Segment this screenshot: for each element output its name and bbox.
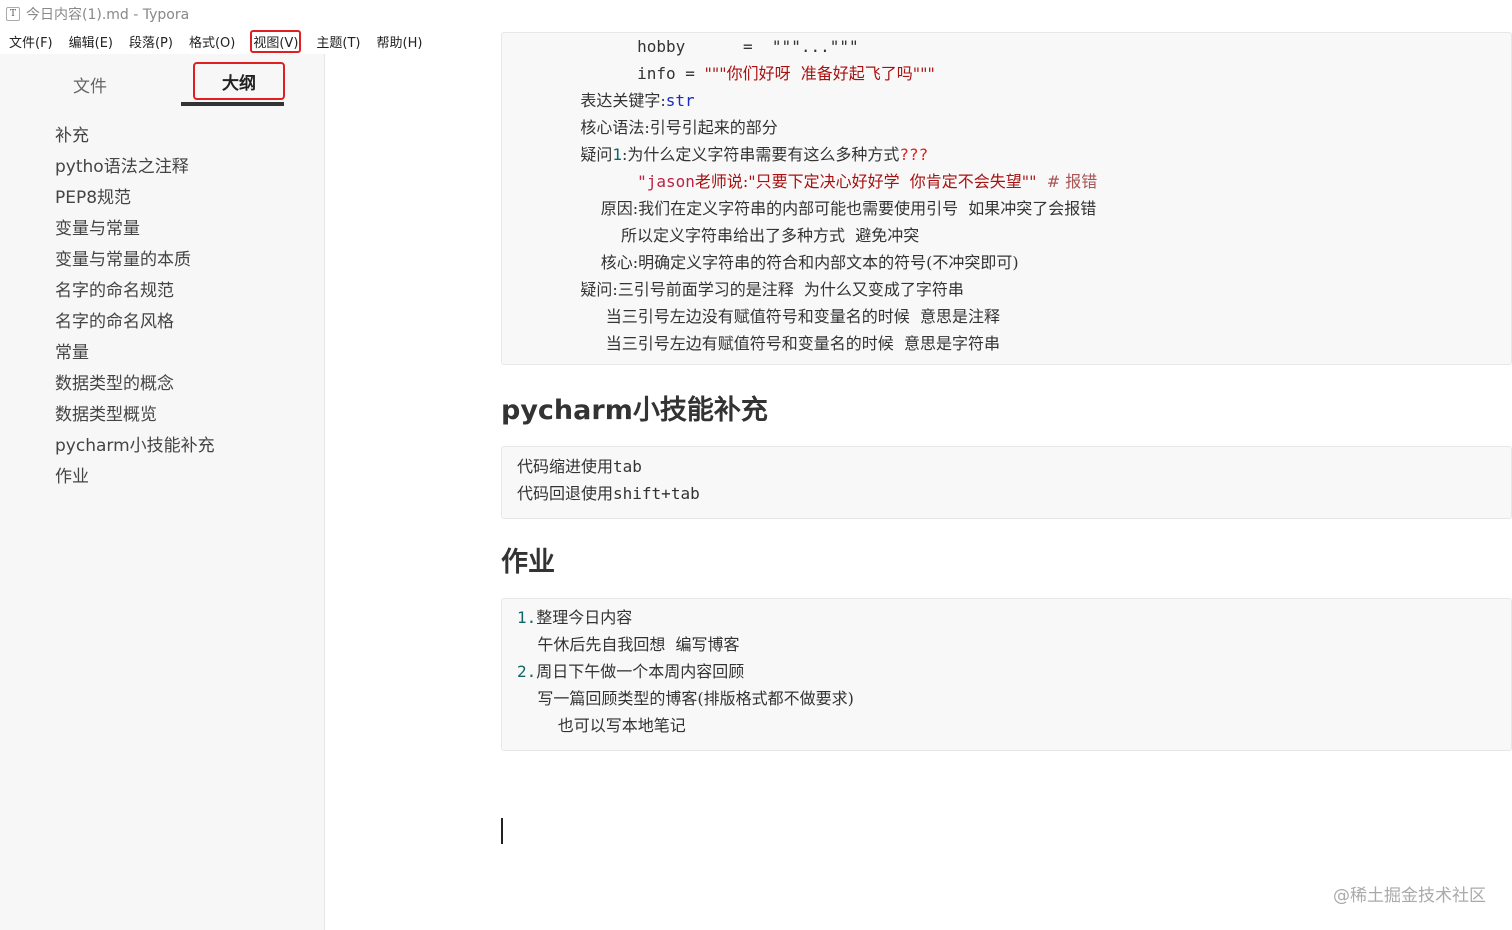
- tab-outline[interactable]: 大纲: [193, 62, 285, 100]
- code-line: 当三引号左边没有赋值符号和变量名的时候 意思是注释: [560, 307, 1000, 326]
- active-tab-indicator: [181, 102, 284, 106]
- outline-item[interactable]: 名字的命名规范: [55, 279, 215, 310]
- editor-area[interactable]: hobby = """...""" info = """你们好呀 准备好起飞了吗…: [326, 32, 1512, 930]
- code-line: 午休后先自我回想 编写博客: [517, 635, 740, 654]
- outline-item[interactable]: 变量与常量的本质: [55, 248, 215, 279]
- code-block-homework[interactable]: 1.整理今日内容 午休后先自我回想 编写博客 2.周日下午做一个本周内容回顾 写…: [501, 598, 1512, 751]
- outline-item[interactable]: pycharm小技能补充: [55, 434, 215, 465]
- outline-item[interactable]: 常量: [55, 341, 215, 372]
- watermark: @稀土掘金技术社区: [1333, 886, 1486, 906]
- heading-pycharm-tips: pycharm小技能补充: [501, 395, 768, 426]
- menu-file[interactable]: 文件(F): [8, 30, 54, 53]
- code-punct: ???: [899, 145, 929, 164]
- outline-item[interactable]: 数据类型的概念: [55, 372, 215, 403]
- code-number: 1.: [517, 608, 537, 627]
- outline-item[interactable]: 作业: [55, 465, 215, 496]
- code-text: info =: [560, 64, 705, 83]
- code-line: 疑问1:为什么定义字符串需要有这么多种方式???: [560, 141, 1511, 168]
- code-line: 也可以写本地笔记: [517, 716, 686, 735]
- code-text: 周日下午做一个本周内容回顾: [536, 662, 745, 681]
- code-string: 老师说: [694, 172, 743, 191]
- code-line: 核心:明确定义字符串的符合和内部文本的符号(不冲突即可): [560, 253, 1019, 272]
- typora-app-icon: T: [6, 7, 20, 21]
- menu-view[interactable]: 视图(V): [250, 29, 302, 53]
- code-line: 表达关键字:str: [560, 87, 1511, 114]
- code-text: 表达关键字:: [560, 91, 666, 110]
- code-number: 2.: [517, 662, 537, 681]
- code-string: """你们好呀 准备好起飞了吗""": [704, 64, 935, 83]
- code-line: 2.周日下午做一个本周内容回顾: [517, 658, 1511, 685]
- code-line: info = """你们好呀 准备好起飞了吗""": [560, 60, 1511, 87]
- code-line: 代码缩进使用tab: [517, 453, 1511, 480]
- code-block-string-notes[interactable]: hobby = """...""" info = """你们好呀 准备好起飞了吗…: [501, 32, 1512, 365]
- title-bar: T 今日内容(1).md - Typora: [0, 0, 1512, 28]
- code-text: 整理今日内容: [536, 608, 633, 627]
- code-text: 代码缩进使用: [517, 457, 614, 476]
- code-line: 1.整理今日内容: [517, 604, 1511, 631]
- outline-item[interactable]: 补充: [55, 124, 215, 155]
- code-keyword: str: [665, 91, 695, 110]
- code-text: tab: [613, 457, 642, 476]
- tab-files[interactable]: 文件: [73, 72, 107, 97]
- outline-item[interactable]: pytho语法之注释: [55, 155, 215, 186]
- menu-paragraph[interactable]: 段落(P): [128, 30, 174, 53]
- menu-edit[interactable]: 编辑(E): [68, 30, 114, 53]
- menu-help[interactable]: 帮助(H): [376, 30, 424, 53]
- outline-item[interactable]: PEP8规范: [55, 186, 215, 217]
- outline-item[interactable]: 变量与常量: [55, 217, 215, 248]
- code-line: 所以定义字符串给出了多种方式 避免冲突: [560, 226, 920, 245]
- code-comment: # 报错: [1036, 172, 1098, 191]
- code-line: 疑问:三引号前面学习的是注释 为什么又变成了字符串: [560, 280, 964, 299]
- code-line: 原因:我们在定义字符串的内部可能也需要使用引号 如果冲突了会报错: [560, 199, 1097, 218]
- sidebar-tabs: 文件 大纲: [0, 54, 324, 109]
- outline-item[interactable]: 名字的命名风格: [55, 310, 215, 341]
- outline-list: 补充 pytho语法之注释 PEP8规范 变量与常量 变量与常量的本质 名字的命…: [55, 124, 215, 496]
- menu-format[interactable]: 格式(O): [188, 30, 236, 53]
- code-text: 代码回退使用: [517, 484, 614, 503]
- code-text: shift+tab: [613, 484, 700, 503]
- code-line: hobby = """...""": [560, 37, 859, 56]
- code-string: :"只要下定决心好好学 你肯定不会失望"": [742, 172, 1037, 191]
- code-number: 1: [612, 145, 622, 164]
- window-title: 今日内容(1).md - Typora: [26, 7, 190, 23]
- code-block-pycharm-tips[interactable]: 代码缩进使用tab 代码回退使用shift+tab: [501, 446, 1512, 519]
- code-text: :为什么定义字符串需要有这么多种方式: [622, 145, 900, 164]
- code-line: "jason老师说:"只要下定决心好好学 你肯定不会失望"" # 报错: [560, 168, 1511, 195]
- code-line: 代码回退使用shift+tab: [517, 480, 1511, 507]
- code-line: 核心语法:引号引起来的部分: [560, 118, 778, 137]
- code-string: "jason: [560, 172, 695, 191]
- heading-homework: 作业: [501, 547, 555, 578]
- outline-item[interactable]: 数据类型概览: [55, 403, 215, 434]
- code-line: 写一篇回顾类型的博客(排版格式都不做要求): [517, 689, 854, 708]
- sidebar: 文件 大纲 补充 pytho语法之注释 PEP8规范 变量与常量 变量与常量的本…: [0, 54, 325, 930]
- menu-theme[interactable]: 主题(T): [315, 30, 361, 53]
- code-line: 当三引号左边有赋值符号和变量名的时候 意思是字符串: [560, 334, 1000, 353]
- text-cursor: [501, 818, 503, 844]
- code-text: 疑问: [560, 145, 613, 164]
